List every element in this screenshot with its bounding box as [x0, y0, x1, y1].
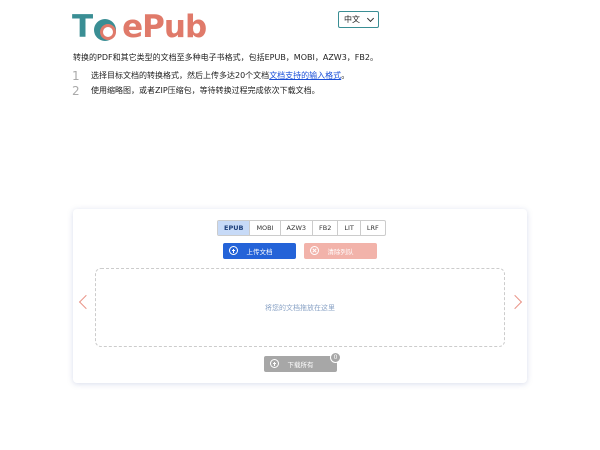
download-count-badge: 0	[330, 352, 341, 363]
dropzone-text: 将您的文档拖放在这里	[265, 303, 335, 312]
format-tabs: EPUB MOBI AZW3 FB2 LIT LRF	[217, 220, 386, 236]
step-2: 2 使用缩略图，或者ZIP压缩包，等待转换过程完成依次下载文档。	[72, 83, 349, 98]
language-select[interactable]: 中文	[338, 11, 379, 28]
app-logo[interactable]: T ePub	[72, 9, 207, 45]
chevron-right-icon[interactable]	[507, 294, 523, 310]
tab-mobi[interactable]: MOBI	[250, 221, 281, 235]
logo-o-icon	[94, 19, 117, 41]
clear-button-label: 清除列队	[327, 248, 354, 256]
chevron-down-icon	[366, 14, 375, 23]
tab-lit[interactable]: LIT	[338, 221, 361, 235]
upload-button-label: 上传文档	[246, 248, 273, 256]
step-number: 2	[72, 83, 80, 98]
steps-list: 1 选择目标文档的转换格式，然后上传多达20个文档文档支持的输入格式。 2 使用…	[72, 68, 349, 98]
chevron-left-icon[interactable]	[78, 294, 94, 310]
step-1-tail: 。	[341, 71, 350, 80]
plus-circle-icon	[229, 246, 238, 255]
tab-fb2[interactable]: FB2	[313, 221, 339, 235]
tab-lrf[interactable]: LRF	[361, 221, 385, 235]
close-circle-icon	[310, 246, 319, 255]
step-1-text: 选择目标文档的转换格式，然后上传多达20个文档	[91, 71, 270, 80]
logo-text-t: T	[72, 9, 93, 45]
tab-azw3[interactable]: AZW3	[281, 221, 314, 235]
download-all-button[interactable]: 下载所有	[264, 356, 337, 372]
tab-epub[interactable]: EPUB	[218, 221, 251, 235]
step-number: 1	[72, 68, 80, 83]
step-1: 1 选择目标文档的转换格式，然后上传多达20个文档文档支持的输入格式。	[72, 68, 349, 83]
intro-description: 转换的PDF和其它类型的文档至多种电子书格式，包括EPUB，MOBI，AZW3，…	[73, 53, 378, 62]
converter-card: EPUB MOBI AZW3 FB2 LIT LRF 上传文档 清除列队 将您的…	[73, 209, 527, 383]
file-dropzone[interactable]: 将您的文档拖放在这里	[95, 268, 505, 347]
download-button-label: 下载所有	[287, 361, 314, 369]
logo-text-epub: ePub	[122, 9, 207, 45]
supported-formats-link[interactable]: 文档支持的输入格式	[269, 71, 341, 80]
download-circle-icon	[270, 359, 279, 368]
step-text: 使用缩略图，或者ZIP压缩包，等待转换过程完成依次下载文档。	[91, 86, 320, 95]
upload-button[interactable]: 上传文档	[223, 243, 296, 259]
language-selected: 中文	[344, 15, 360, 24]
step-text: 选择目标文档的转换格式，然后上传多达20个文档文档支持的输入格式。	[91, 70, 349, 81]
clear-queue-button[interactable]: 清除列队	[304, 243, 377, 259]
